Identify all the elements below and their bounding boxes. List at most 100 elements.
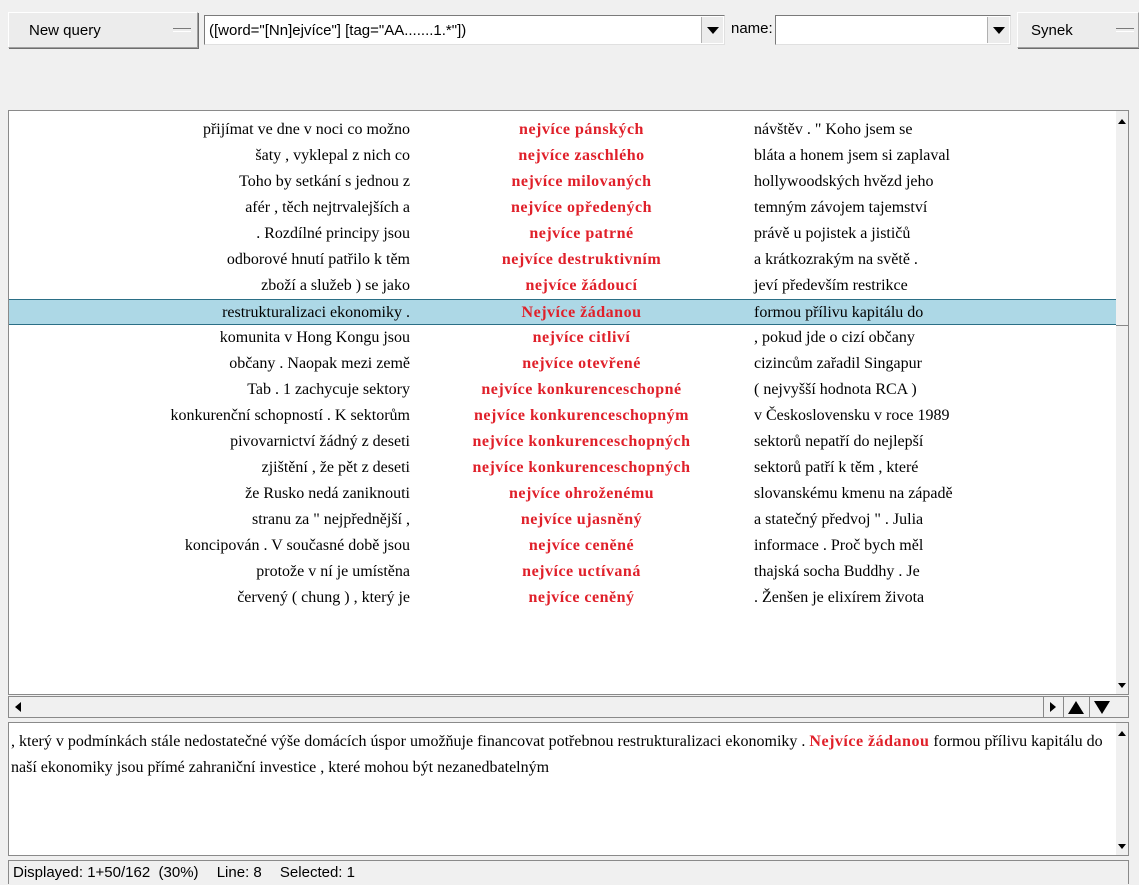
row-right-context: slovanskému kmenu na západě xyxy=(754,485,953,502)
concordance-row[interactable]: odborové hnutí patřilo k těm nejvíce dest… xyxy=(9,247,1127,273)
status-bar: Displayed: 1+50/162 (30%) Line: 8 Select… xyxy=(8,860,1129,884)
row-right-context: . Ženšen je elixírem života xyxy=(754,589,925,606)
detail-vertical-scrollbar[interactable] xyxy=(1116,723,1128,855)
concordance-row[interactable]: protože v ní je umístěna nejvíce uctívaná… xyxy=(9,559,1127,585)
concordance-row[interactable]: zjištění , že pět z deseti nejvíce konkur… xyxy=(9,455,1127,481)
concordance-row[interactable]: afér , těch nejtrvalejších a nejvíce opře… xyxy=(9,195,1127,221)
row-right-context: sektorů nepatří do nejlepší xyxy=(754,433,924,450)
row-right-context: ( nejvyšší hodnota RCA ) xyxy=(754,381,917,398)
row-right-context: , pokud jde o cizí občany xyxy=(754,329,915,346)
concordance-row[interactable]: koncipován . V současné době jsou nejvíce… xyxy=(9,533,1127,559)
row-keyword: nejvíce ujasněný xyxy=(520,511,643,528)
name-combobox[interactable] xyxy=(775,15,1011,45)
context-before: , který v podmínkách stále nedostatečné … xyxy=(11,733,806,750)
concordance-row[interactable]: občany . Naopak mezi země nejvíce otevřen… xyxy=(9,351,1127,377)
row-right-context: právě u pojistek a jističů xyxy=(754,225,911,242)
chevron-down-icon xyxy=(706,26,719,34)
name-label: name: xyxy=(731,20,773,37)
row-right-context: jeví především restrikce xyxy=(754,277,908,294)
row-keyword: nejvíce destruktivním xyxy=(501,251,662,268)
scroll-right-icon[interactable] xyxy=(1043,697,1061,717)
row-left-context: odborové hnutí patřilo k těm xyxy=(226,251,410,268)
synek-button[interactable]: Synek xyxy=(1017,12,1139,48)
row-keyword: nejvíce pánských xyxy=(519,121,644,138)
toolbar: New query ([word="[Nn]ejvíce"] [tag="AA.… xyxy=(0,0,1139,68)
row-right-context: thajská socha Buddhy . Je xyxy=(754,563,920,580)
concordance-row[interactable]: stranu za " nejpřednější , nejvíce ujasně… xyxy=(9,507,1127,533)
row-right-context: v Československu v roce 1989 xyxy=(754,407,950,424)
chevron-down-icon xyxy=(992,26,1005,34)
row-left-context: přijímat ve dne v noci co možno xyxy=(202,121,410,138)
row-right-context: temným závojem tajemství xyxy=(754,199,928,216)
name-dropdown-button[interactable] xyxy=(987,17,1009,43)
query-value: ([word="[Nn]ejvíce"] [tag="AA.......1.*"… xyxy=(209,21,467,39)
row-left-context: že Rusko nedá zaniknouti xyxy=(245,485,410,502)
row-right-context: a statečný předvoj " . Julia xyxy=(754,511,924,528)
scroll-up-icon[interactable] xyxy=(1118,119,1126,124)
status-line: Line: 8 xyxy=(216,864,262,881)
dash-icon xyxy=(173,28,191,32)
scroll-down-icon[interactable] xyxy=(1118,683,1126,688)
previous-up-icon[interactable] xyxy=(1063,697,1087,717)
context-detail[interactable]: , který v podmínkách stále nedostatečné … xyxy=(8,722,1129,856)
scroll-thumb[interactable] xyxy=(1116,325,1128,326)
concordance-row[interactable]: . Rozdílné principy jsou nejvíce patrné pr… xyxy=(9,221,1127,247)
concordance-row[interactable]: přijímat ve dne v noci co možno nejvíce p… xyxy=(9,117,1127,143)
vertical-scrollbar[interactable] xyxy=(1116,111,1128,694)
query-combobox[interactable]: ([word="[Nn]ejvíce"] [tag="AA.......1.*"… xyxy=(204,15,725,45)
row-left-context: červený ( chung ) , který je xyxy=(237,589,410,606)
concordance-row[interactable]: červený ( chung ) , který je nejvíce ceně… xyxy=(9,585,1127,611)
row-keyword: nejvíce uctívaná xyxy=(522,563,641,580)
row-keyword: nejvíce patrné xyxy=(529,225,634,242)
row-left-context: šaty , vyklepal z nich co xyxy=(255,147,410,164)
row-keyword: nejvíce konkurenceschopných xyxy=(472,433,691,450)
query-dropdown-button[interactable] xyxy=(701,17,723,43)
scroll-down-icon[interactable] xyxy=(1118,844,1126,849)
concordance-list[interactable]: přijímat ve dne v noci co možno nejvíce p… xyxy=(8,110,1129,695)
row-left-context: koncipován . V současné době jsou xyxy=(184,537,410,554)
row-keyword: nejvíce ohroženému xyxy=(508,485,655,502)
scroll-left-icon[interactable] xyxy=(11,697,25,717)
row-right-context: bláta a honem jsem si zaplaval xyxy=(754,147,950,164)
row-left-context: Toho by setkání s jednou z xyxy=(239,173,410,190)
row-left-context: protože v ní je umístěna xyxy=(256,563,410,580)
row-left-context: občany . Naopak mezi země xyxy=(229,355,410,372)
status-selected: Selected: 1 xyxy=(279,864,355,881)
row-left-context: pivovarnictví žádný z deseti xyxy=(230,433,410,450)
row-right-context: informace . Proč bych měl xyxy=(754,537,924,554)
concordance-row[interactable]: restrukturalizaci ekonomiky . Nejvíce žád… xyxy=(9,299,1127,325)
concordance-row[interactable]: Toho by setkání s jednou z nejvíce milova… xyxy=(9,169,1127,195)
concordance-row[interactable]: zboží a služeb ) se jako nejvíce žádoucí j… xyxy=(9,273,1127,299)
row-left-context: zjištění , že pět z deseti xyxy=(261,459,410,476)
row-right-context: formou přílivu kapitálu do xyxy=(754,304,924,321)
row-keyword: nejvíce žádoucí xyxy=(525,277,638,294)
row-keyword: nejvíce konkurenceschopné xyxy=(481,381,682,398)
row-right-context: hollywoodských hvězd jeho xyxy=(754,173,934,190)
new-query-button[interactable]: New query xyxy=(8,12,198,48)
concordance-row[interactable]: šaty , vyklepal z nich co nejvíce zaschlé… xyxy=(9,143,1127,169)
concordance-row[interactable]: že Rusko nedá zaniknouti nejvíce ohrožené… xyxy=(9,481,1127,507)
concordance-row[interactable]: Tab . 1 zachycuje sektory nejvíce konkure… xyxy=(9,377,1127,403)
row-keyword: nejvíce ceněný xyxy=(528,589,635,606)
row-keyword: nejvíce citliví xyxy=(532,329,631,346)
row-left-context: konkurenční schopností . K sektorům xyxy=(170,407,410,424)
row-left-context: komunita v Hong Kongu jsou xyxy=(219,329,410,346)
concordance-row[interactable]: komunita v Hong Kongu jsou nejvíce citliv… xyxy=(9,325,1127,351)
scroll-up-icon[interactable] xyxy=(1118,731,1126,736)
status-displayed: Displayed: 1+50/162 (30%) xyxy=(13,864,199,881)
context-keyword: Nejvíce žádanou xyxy=(809,733,930,750)
concordance-row[interactable]: pivovarnictví žádný z deseti nejvíce konk… xyxy=(9,429,1127,455)
row-right-context: cizincům zařadil Singapur xyxy=(754,355,922,372)
concordance-row[interactable]: konkurenční schopností . K sektorům nejví… xyxy=(9,403,1127,429)
next-down-icon[interactable] xyxy=(1089,697,1113,717)
row-keyword: nejvíce otevřené xyxy=(522,355,641,372)
horizontal-scrollbar[interactable] xyxy=(8,696,1129,718)
row-left-context: afér , těch nejtrvalejších a xyxy=(245,199,410,216)
row-keyword: nejvíce konkurenceschopných xyxy=(472,459,691,476)
row-left-context: . Rozdílné principy jsou xyxy=(256,225,410,242)
row-left-context: Tab . 1 zachycuje sektory xyxy=(247,381,410,398)
row-right-context: a krátkozrakým na světě . xyxy=(754,251,918,268)
row-left-context: stranu za " nejpřednější , xyxy=(251,511,410,528)
row-left-context: zboží a služeb ) se jako xyxy=(261,277,410,294)
row-right-context: návštěv . " Koho jsem se xyxy=(754,121,913,138)
